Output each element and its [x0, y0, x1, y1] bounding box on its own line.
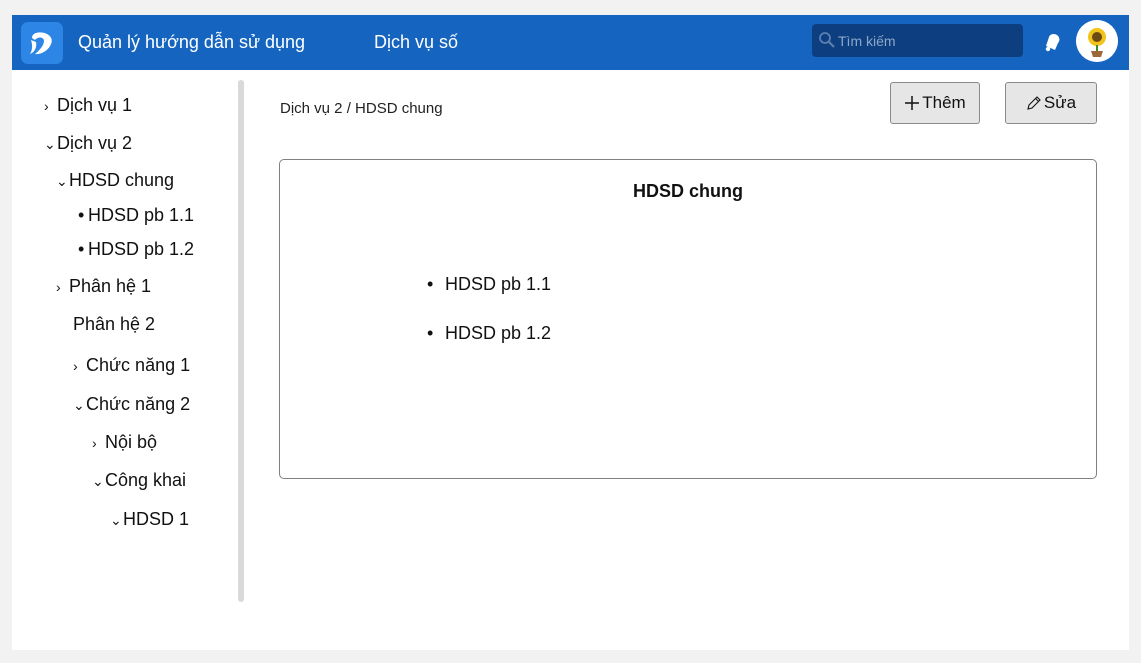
sunflower-icon: [1076, 20, 1118, 62]
bullet-icon: •: [78, 205, 85, 225]
chevron-down-icon: ⌄: [92, 473, 104, 489]
chevron-right-icon: ›: [56, 279, 61, 295]
tree-item-label: Phân hệ 1: [69, 276, 152, 296]
bullet-icon: •: [427, 323, 434, 343]
sidebar-scrollbar[interactable]: [238, 80, 244, 602]
top-nav-bar: Quản lý hướng dẫn sử dụng Dịch vụ số: [12, 15, 1129, 70]
nav-link-digital-service[interactable]: Dịch vụ số: [374, 32, 458, 53]
bullet-icon: •: [78, 239, 85, 259]
tree-item-hdsd-pb-1-1[interactable]: • HDSD pb 1.1: [78, 205, 194, 226]
app-window: Quản lý hướng dẫn sử dụng Dịch vụ số Tìm…: [12, 15, 1129, 650]
chevron-right-icon: ›: [92, 435, 97, 451]
add-button-label: Thêm: [922, 93, 966, 112]
tree-item-dich-vu-2[interactable]: ⌄Dịch vụ 2: [44, 133, 132, 154]
search-icon: [819, 32, 835, 48]
add-button[interactable]: Thêm: [890, 82, 980, 124]
avatar[interactable]: [1076, 20, 1118, 62]
tree-item-label: HDSD pb 1.2: [88, 239, 195, 259]
content-card: HDSD chung • HDSD pb 1.1 • HDSD pb 1.2: [279, 159, 1097, 479]
tree-item-label: Chức năng 2: [86, 394, 191, 414]
chevron-down-icon: ⌄: [56, 173, 68, 189]
card-list-item-label: HDSD pb 1.1: [445, 274, 552, 294]
edit-button[interactable]: Sửa: [1005, 82, 1097, 124]
card-list-item-label: HDSD pb 1.2: [445, 323, 552, 343]
sidebar-tree: › Dịch vụ 1 ⌄Dịch vụ 2 ⌄HDSD chung • HDSD …: [12, 70, 252, 650]
tree-item-label: Công khai: [105, 470, 187, 490]
card-title: HDSD chung: [633, 181, 743, 201]
edit-button-label: Sửa: [1043, 93, 1077, 112]
chevron-right-icon: ›: [44, 98, 49, 114]
logo-icon: [30, 32, 52, 55]
tree-item-hdsd-1[interactable]: ⌄HDSD 1: [110, 509, 189, 530]
tree-item-label: Nội bộ: [105, 432, 158, 452]
search-input[interactable]: [838, 24, 1018, 57]
tree-item-noi-bo[interactable]: › Nội bộ: [92, 432, 157, 453]
breadcrumb: Dịch vụ 2 / HDSD chung: [280, 100, 443, 117]
search-box[interactable]: [812, 24, 1023, 57]
card-list-item[interactable]: • HDSD pb 1.2: [427, 323, 551, 344]
tree-item-label: HDSD 1: [123, 509, 190, 529]
tree-item-label: Dịch vụ 2: [57, 133, 133, 153]
card-list-item[interactable]: • HDSD pb 1.1: [427, 274, 551, 295]
bell-icon[interactable]: [1040, 30, 1064, 54]
chevron-down-icon: ⌄: [73, 397, 85, 413]
tree-item-label: Phân hệ 2: [73, 314, 156, 334]
pencil-icon: [1027, 96, 1041, 110]
tree-item-hdsd-pb-1-2[interactable]: • HDSD pb 1.2: [78, 239, 194, 260]
plus-icon: [905, 96, 920, 110]
chevron-right-icon: ›: [73, 358, 78, 374]
tree-item-label: Chức năng 1: [86, 355, 191, 375]
tree-item-dich-vu-1[interactable]: › Dịch vụ 1: [44, 95, 132, 116]
tree-item-cong-khai[interactable]: ⌄Công khai: [92, 470, 186, 491]
tree-item-hdsd-chung[interactable]: ⌄HDSD chung: [56, 170, 174, 191]
tree-item-label: HDSD chung: [69, 170, 175, 190]
bullet-icon: •: [427, 274, 434, 294]
tree-item-chuc-nang-2[interactable]: ⌄Chức năng 2: [73, 394, 190, 415]
tree-item-label: Dịch vụ 1: [57, 95, 133, 115]
chevron-down-icon: ⌄: [110, 512, 122, 528]
tree-item-phan-he-1[interactable]: › Phân hệ 1: [56, 276, 151, 297]
tree-item-chuc-nang-1[interactable]: › Chức năng 1: [73, 355, 190, 376]
chevron-down-icon: ⌄: [44, 136, 56, 152]
nav-link-guide-management[interactable]: Quản lý hướng dẫn sử dụng: [78, 32, 305, 53]
app-logo[interactable]: [21, 22, 63, 64]
tree-item-label: HDSD pb 1.1: [88, 205, 195, 225]
tree-item-phan-he-2[interactable]: Phân hệ 2: [73, 314, 155, 335]
